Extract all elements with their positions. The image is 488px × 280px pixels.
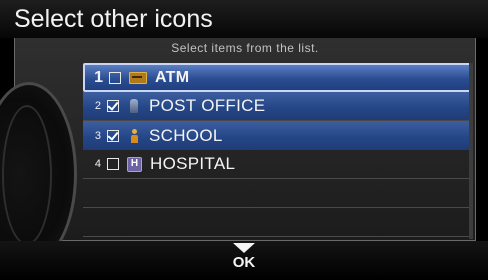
atm-icon [129,71,147,84]
item-label: POST OFFICE [149,96,266,115]
ok-button[interactable]: OK [224,254,264,272]
checkbox-checked-icon[interactable] [107,129,119,142]
selector-knob[interactable] [0,82,77,266]
footer-bar: OK [0,241,488,280]
instruction-text: Select items from the list. [171,41,319,55]
item-number: 2 [94,100,101,112]
down-arrow-icon [233,243,255,253]
list-item-atm[interactable]: 1 ATM [83,63,471,92]
item-label: ATM [155,68,190,86]
list-panel: Select items from the list. 1 ATM 2 POST… [0,38,476,266]
selector-knob-inner [2,105,52,245]
item-number: 1 [94,68,103,86]
icon-list: 1 ATM 2 POST OFFICE 3 SCHOOL 4 H HOSPITA… [83,63,473,239]
checkbox-unchecked-icon[interactable] [107,158,119,170]
checkbox-unchecked-icon[interactable] [109,71,121,84]
item-label: HOSPITAL [150,154,236,173]
post-office-icon [130,99,138,113]
list-item-hospital[interactable]: 4 H HOSPITAL [83,150,471,179]
list-item-post-office[interactable]: 2 POST OFFICE [83,92,471,121]
item-number: 3 [94,129,101,142]
checkbox-checked-icon[interactable] [107,100,119,112]
empty-row [83,179,471,208]
hospital-icon: H [127,156,142,172]
item-number: 4 [94,158,101,170]
scrollbar[interactable] [469,63,473,239]
screen: Select other icons Select items from the… [0,0,488,280]
page-title: Select other icons [0,0,488,38]
empty-row [83,208,471,237]
list-item-school[interactable]: 3 SCHOOL [83,121,471,150]
school-icon [130,128,138,143]
item-label: SCHOOL [149,125,223,145]
